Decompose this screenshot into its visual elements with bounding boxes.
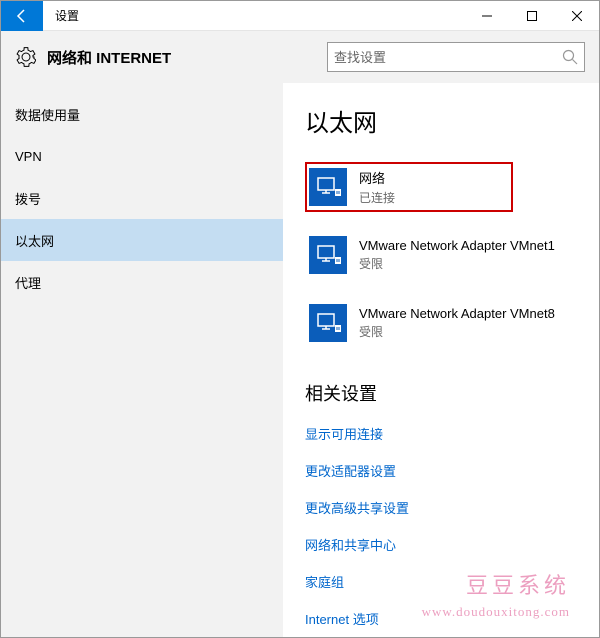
close-icon bbox=[572, 11, 582, 21]
network-status: 受限 bbox=[359, 323, 555, 340]
network-name: 网络 bbox=[359, 168, 395, 187]
minimize-icon bbox=[482, 11, 492, 21]
window-title: 设置 bbox=[55, 7, 79, 24]
search-box[interactable] bbox=[327, 42, 585, 72]
network-name: VMware Network Adapter VMnet1 bbox=[359, 238, 555, 253]
link-show-connections[interactable]: 显示可用连接 bbox=[305, 424, 577, 443]
sidebar-item-proxy[interactable]: 代理 bbox=[1, 261, 283, 303]
link-advanced-sharing[interactable]: 更改高级共享设置 bbox=[305, 498, 577, 517]
header-title: 网络和 INTERNET bbox=[47, 47, 171, 68]
search-input[interactable] bbox=[334, 50, 562, 65]
minimize-button[interactable] bbox=[464, 1, 509, 31]
network-item[interactable]: VMware Network Adapter VMnet1 受限 bbox=[305, 230, 577, 280]
network-status: 受限 bbox=[359, 255, 555, 272]
related-settings-heading: 相关设置 bbox=[305, 380, 577, 406]
ethernet-icon bbox=[309, 236, 347, 274]
maximize-button[interactable] bbox=[509, 1, 554, 31]
titlebar: 设置 bbox=[1, 1, 599, 31]
network-item[interactable]: 网络 已连接 bbox=[305, 162, 513, 212]
ethernet-icon bbox=[309, 168, 347, 206]
back-button[interactable] bbox=[1, 1, 43, 31]
sidebar-item-data-usage[interactable]: 数据使用量 bbox=[1, 93, 283, 135]
close-button[interactable] bbox=[554, 1, 599, 31]
search-icon bbox=[562, 49, 578, 65]
link-network-sharing-center[interactable]: 网络和共享中心 bbox=[305, 535, 577, 554]
sidebar-item-dialup[interactable]: 拨号 bbox=[1, 177, 283, 219]
link-internet-options[interactable]: Internet 选项 bbox=[305, 609, 577, 628]
ethernet-icon bbox=[309, 304, 347, 342]
sidebar-item-vpn[interactable]: VPN bbox=[1, 135, 283, 177]
link-homegroup[interactable]: 家庭组 bbox=[305, 572, 577, 591]
main-content: 以太网 网络 已连接 VMware Network Adapter VMnet1… bbox=[283, 83, 599, 637]
maximize-icon bbox=[527, 11, 537, 21]
network-status: 已连接 bbox=[359, 189, 395, 206]
network-item[interactable]: VMware Network Adapter VMnet8 受限 bbox=[305, 298, 577, 348]
header: 网络和 INTERNET bbox=[1, 31, 599, 83]
gear-icon bbox=[15, 46, 37, 68]
sidebar: 数据使用量 VPN 拨号 以太网 代理 bbox=[1, 83, 283, 637]
page-heading: 以太网 bbox=[305, 103, 577, 138]
sidebar-item-ethernet[interactable]: 以太网 bbox=[1, 219, 283, 261]
link-adapter-settings[interactable]: 更改适配器设置 bbox=[305, 461, 577, 480]
network-name: VMware Network Adapter VMnet8 bbox=[359, 306, 555, 321]
arrow-left-icon bbox=[14, 8, 30, 24]
